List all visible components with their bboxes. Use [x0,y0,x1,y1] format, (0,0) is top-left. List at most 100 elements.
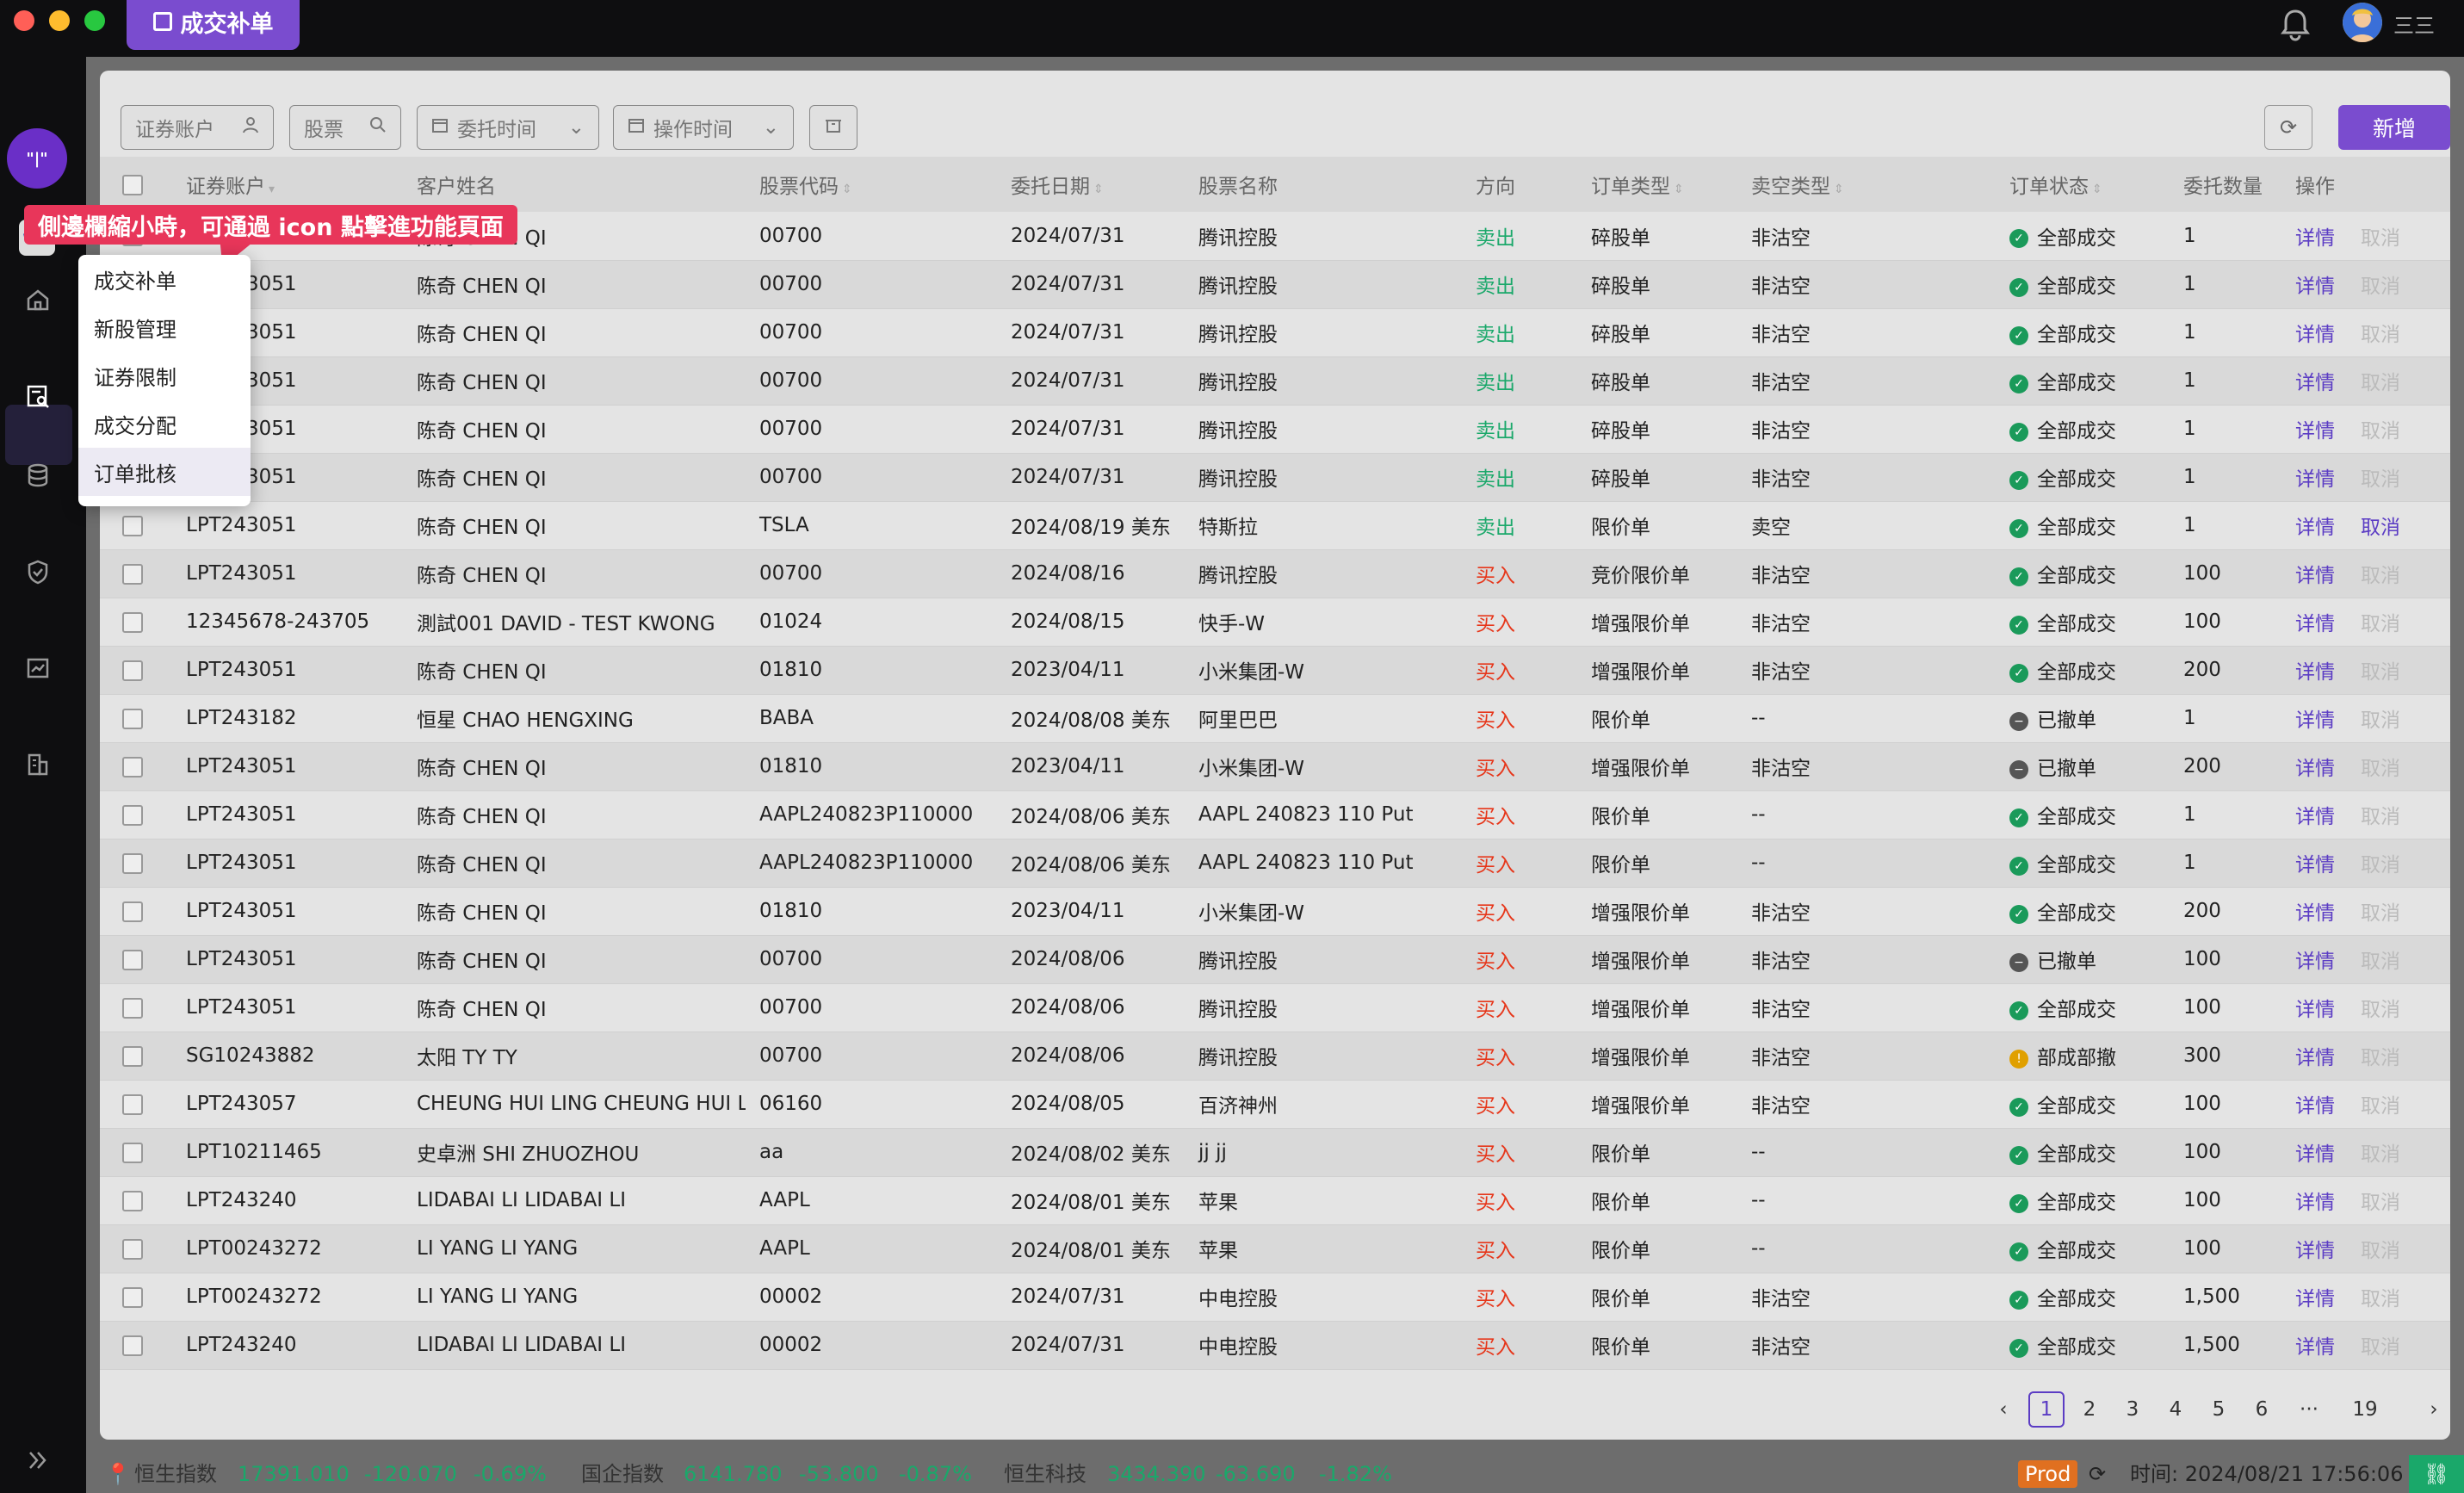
detail-link[interactable]: 详情 [2295,227,2335,250]
table-row[interactable]: LPT243051 陈奇 CHEN QI 00700 2024/08/06 腾讯控股 买入… [100,983,2450,1032]
row-checkbox[interactable] [100,1080,172,1129]
shield-icon[interactable] [21,554,55,589]
row-checkbox[interactable] [100,790,172,839]
close-window-button[interactable] [14,10,34,31]
table-row[interactable]: 12345678-243705 測試001 DAVID - TEST KWONG 0… [100,598,2450,647]
page-button[interactable]: 4 [2158,1391,2194,1428]
maximize-window-button[interactable] [84,10,105,31]
table-row[interactable]: LPT243051 陈奇 CHEN QI AAPL240823P110000 2024… [100,839,2450,888]
report-icon[interactable] [21,651,55,685]
row-checkbox[interactable] [100,1224,172,1273]
table-row[interactable]: LPT243051陈奇 CHEN QI007002024/07/31腾讯控股卖出… [100,405,2450,454]
detail-link[interactable]: 详情 [2295,854,2335,877]
menu-item-order-approval[interactable]: 订单批核 [78,448,251,496]
row-checkbox[interactable] [100,839,172,888]
col-short-type[interactable]: 卖空类型 ⇕ [1737,157,1996,212]
detail-link[interactable]: 详情 [2295,999,2335,1021]
account-filter-input[interactable]: 证券账户 [121,105,274,150]
table-row[interactable]: LPT243240 LIDABAI LI LIDABAI LI AAPL 2024/0… [100,1176,2450,1225]
detail-link[interactable]: 详情 [2295,276,2335,298]
menu-item-security-restriction[interactable]: 证券限制 [78,351,251,400]
row-checkbox[interactable] [100,935,172,984]
col-status[interactable]: 订单状态 ⇕ [1996,157,2170,212]
next-page-button[interactable]: › [2416,1391,2450,1428]
menu-item-trade-supplement[interactable]: 成交补单 [78,255,251,303]
home-icon[interactable] [21,282,55,317]
detail-link[interactable]: 详情 [2295,1047,2335,1069]
row-checkbox[interactable] [100,983,172,1032]
database-icon[interactable] [21,458,55,493]
table-row[interactable]: LPT243051陈奇 CHEN QI007002024/07/31腾讯控股卖出… [100,308,2450,357]
table-row[interactable]: LPT243051 陈奇 CHEN QI 01810 2023/04/11 小米集团-W… [100,646,2450,695]
col-order-type[interactable]: 订单类型 ⇕ [1577,157,1737,212]
order-search-icon[interactable] [21,379,55,413]
col-account[interactable]: 证券账户 ▾ [172,157,403,212]
table-row[interactable]: LPT243051 陈奇 CHEN QI 00700 2024/08/06 腾讯控股 买入… [100,935,2450,984]
detail-link[interactable]: 详情 [2295,758,2335,780]
detail-link[interactable]: 详情 [2295,806,2335,828]
entrust-time-select[interactable]: 委托时间 ⌄ [417,105,599,150]
table-row[interactable]: LPT10211465 史卓洲 SHI ZHUOZHOU aa 2024/08/02 … [100,1128,2450,1177]
table-row[interactable]: LPT00243272 LI YANG LI YANG AAPL 2024/08/01… [100,1224,2450,1273]
row-checkbox[interactable] [100,1031,172,1081]
table-row[interactable]: LPT243051 陈奇 CHEN QI 01810 2023/04/11 小米集团-W… [100,887,2450,936]
detail-link[interactable]: 详情 [2295,324,2335,346]
detail-link[interactable]: 详情 [2295,1143,2335,1166]
detail-link[interactable]: 详情 [2295,902,2335,925]
page-button[interactable]: 6 [2244,1391,2280,1428]
detail-link[interactable]: 详情 [2295,372,2335,394]
refresh-time-icon[interactable]: ⟳ [2089,1455,2106,1493]
row-checkbox[interactable] [100,646,172,695]
row-checkbox[interactable] [100,549,172,598]
page-button[interactable]: ··· [2291,1391,2327,1428]
row-checkbox[interactable] [100,742,172,791]
table-row[interactable]: LPT243057 CHEUNG HUI LING CHEUNG HUI L 061… [100,1080,2450,1129]
detail-link[interactable]: 详情 [2295,1288,2335,1310]
table-row[interactable]: LPT243051 陈奇 CHEN QI AAPL240823P110000 2024… [100,790,2450,839]
username[interactable]: 三三 [2393,9,2435,39]
table-row[interactable]: LPT243051 陈奇 CHEN QI 00700 2024/08/16 腾讯控股 买入… [100,549,2450,598]
page-button[interactable]: 3 [2114,1391,2151,1428]
detail-link[interactable]: 详情 [2295,565,2335,587]
refresh-button[interactable]: ⟳ [2264,105,2312,150]
page-button[interactable]: 1 [2028,1391,2065,1428]
row-checkbox[interactable] [100,1273,172,1322]
detail-link[interactable]: 详情 [2295,709,2335,732]
page-button[interactable]: 5 [2201,1391,2237,1428]
detail-link[interactable]: 详情 [2295,1240,2335,1262]
row-checkbox[interactable] [100,598,172,647]
operate-time-select[interactable]: 操作时间 ⌄ [613,105,794,150]
expand-sidebar-icon[interactable] [21,1443,55,1478]
table-row[interactable]: LPT243051陈奇 CHEN QI007002024/07/31腾讯控股卖出… [100,260,2450,309]
row-checkbox[interactable] [100,501,172,550]
row-checkbox[interactable] [100,694,172,743]
menu-item-trade-allocation[interactable]: 成交分配 [78,400,251,448]
detail-link[interactable]: 详情 [2295,613,2335,635]
table-row[interactable]: LPT243182 恒星 CHAO HENGXING BABA 2024/08/08 … [100,694,2450,743]
detail-link[interactable]: 详情 [2295,661,2335,684]
detail-link[interactable]: 详情 [2295,951,2335,973]
col-date[interactable]: 委托日期 ⇕ [997,157,1185,212]
active-app-tab[interactable]: 成交补单 [127,0,300,50]
table-row[interactable]: SG10243882 太阳 TY TY 00700 2024/08/06 腾讯控股 买入增… [100,1031,2450,1081]
table-row[interactable]: LPT243051 陈奇 CHEN QI 01810 2023/04/11 小米集团-W… [100,742,2450,791]
detail-link[interactable]: 详情 [2295,1192,2335,1214]
page-button[interactable]: 2 [2071,1391,2108,1428]
row-checkbox[interactable] [100,887,172,936]
table-row[interactable]: LPT243051陈奇 CHEN QI007002024/07/31腾讯控股卖出… [100,356,2450,406]
detail-link[interactable]: 详情 [2295,420,2335,443]
table-row[interactable]: LPT243051陈奇 CHEN QI007002024/07/31腾讯控股卖出… [100,453,2450,502]
bell-icon[interactable] [2278,7,2312,41]
building-icon[interactable] [21,747,55,782]
stock-filter-input[interactable]: 股票 [289,105,401,150]
clear-filter-button[interactable] [809,105,857,150]
table-row[interactable]: LPT243240 LIDABAI LI LIDABAI LI 00002 2024/… [100,1321,2450,1370]
detail-link[interactable]: 详情 [2295,1336,2335,1359]
detail-link[interactable]: 详情 [2295,1095,2335,1118]
select-all-checkbox[interactable] [100,157,172,212]
detail-link[interactable]: 详情 [2295,517,2335,539]
avatar[interactable] [2343,3,2382,42]
link-icon[interactable]: ⛓ [2409,1455,2464,1493]
col-code[interactable]: 股票代码 ⇕ [746,157,997,212]
page-button[interactable]: 19 [2347,1391,2383,1428]
